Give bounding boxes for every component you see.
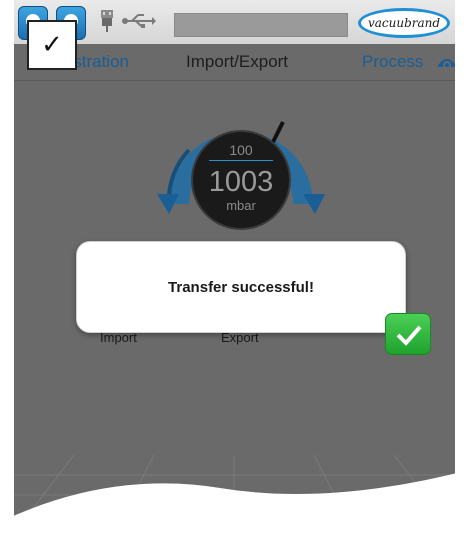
gauge-unit: mbar xyxy=(226,198,256,213)
gauge-divider xyxy=(209,160,273,161)
tab-process[interactable]: Process xyxy=(362,52,423,72)
top-status-bar: vacuubrand xyxy=(14,0,455,44)
vacuubrand-logo: vacuubrand xyxy=(358,8,450,38)
check-icon xyxy=(396,325,422,346)
transfer-dialog: Transfer successful! xyxy=(76,241,406,333)
eye-icon xyxy=(437,59,455,69)
confirm-button[interactable] xyxy=(385,313,431,355)
selection-checkbox[interactable]: ✓ xyxy=(27,20,77,70)
tab-import-export[interactable]: Import/Export xyxy=(186,52,288,72)
tab-bar: nistration Import/Export Process xyxy=(14,46,455,81)
dialog-message: Transfer successful! xyxy=(168,279,314,296)
usb-icon xyxy=(122,14,156,28)
usb-plug-icon xyxy=(101,10,113,32)
gauge-pressure-value: 1003 xyxy=(208,166,274,198)
bottom-wave-overlay xyxy=(0,470,469,533)
gauge-setpoint: 100 xyxy=(229,142,253,158)
status-progress-slot xyxy=(174,13,348,37)
